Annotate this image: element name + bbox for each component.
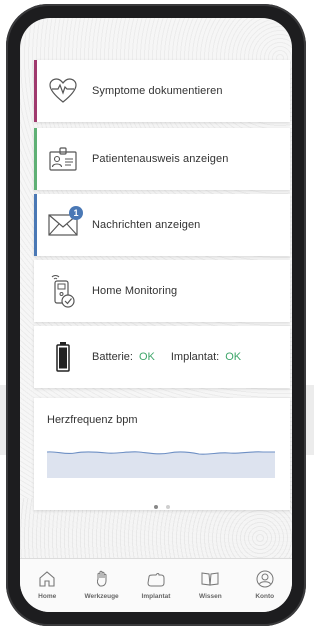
pagination-dot[interactable]	[166, 505, 171, 509]
tab-label: Wissen	[199, 593, 222, 600]
implant-status-value: OK	[225, 351, 242, 363]
card-messages[interactable]: 1 Nachrichten anzeigen	[34, 194, 290, 256]
heart-rate-chart	[47, 451, 275, 478]
tab-wissen[interactable]: Wissen	[184, 559, 236, 600]
account-icon	[256, 570, 274, 588]
battery-status-value: OK	[138, 351, 155, 363]
battery-label: Batterie:	[92, 351, 133, 363]
heart-pulse-icon	[34, 60, 92, 122]
card-patient-id[interactable]: Patientenausweis anzeigen	[34, 128, 290, 190]
heart-rate-card[interactable]: Herzfrequenz bpm	[34, 398, 290, 510]
tab-label: Implantat	[141, 593, 171, 600]
carousel-pagination[interactable]	[34, 496, 290, 514]
id-card-icon	[34, 128, 92, 190]
card-label: Nachrichten anzeigen	[92, 219, 201, 231]
card-home-monitoring[interactable]: Home Monitoring	[34, 260, 290, 322]
card-label: Home Monitoring	[92, 285, 178, 297]
tab-label: Home	[38, 593, 57, 600]
implant-icon	[147, 573, 165, 587]
tab-home[interactable]: Home	[21, 559, 73, 600]
tab-werkzeuge[interactable]: Werkzeuge	[76, 559, 128, 600]
tab-konto[interactable]: Konto	[239, 559, 291, 600]
card-label: Symptome dokumentieren	[92, 85, 223, 97]
tab-label: Konto	[255, 593, 275, 600]
tools-hand-icon	[96, 570, 107, 587]
card-label: Patientenausweis anzeigen	[92, 153, 229, 165]
heart-rate-title: Herzfrequenz bpm	[47, 414, 138, 426]
phone-frame: Symptome dokumentieren Patientenausweis …	[6, 4, 306, 626]
app-screen: Symptome dokumentieren Patientenausweis …	[20, 18, 292, 612]
card-symptoms[interactable]: Symptome dokumentieren	[34, 60, 290, 122]
card-status[interactable]: Batterie: OK Implantat: OK	[34, 326, 290, 388]
book-icon	[201, 572, 219, 586]
implant-label: Implantat:	[170, 351, 220, 363]
home-monitoring-device-icon	[34, 260, 92, 322]
unread-badge: 1	[69, 206, 83, 220]
heart-rate-area	[47, 451, 275, 478]
pagination-dot-active[interactable]	[153, 505, 158, 509]
tab-bar: Home Werkzeuge Implantat Wissen Konto	[20, 558, 292, 612]
tab-implantat[interactable]: Implantat	[130, 559, 182, 600]
envelope-icon: 1	[34, 194, 92, 256]
status-row: Batterie: OK Implantat: OK	[92, 351, 241, 363]
battery-icon	[34, 326, 92, 388]
home-icon	[39, 571, 55, 587]
tab-label: Werkzeuge	[84, 593, 119, 600]
